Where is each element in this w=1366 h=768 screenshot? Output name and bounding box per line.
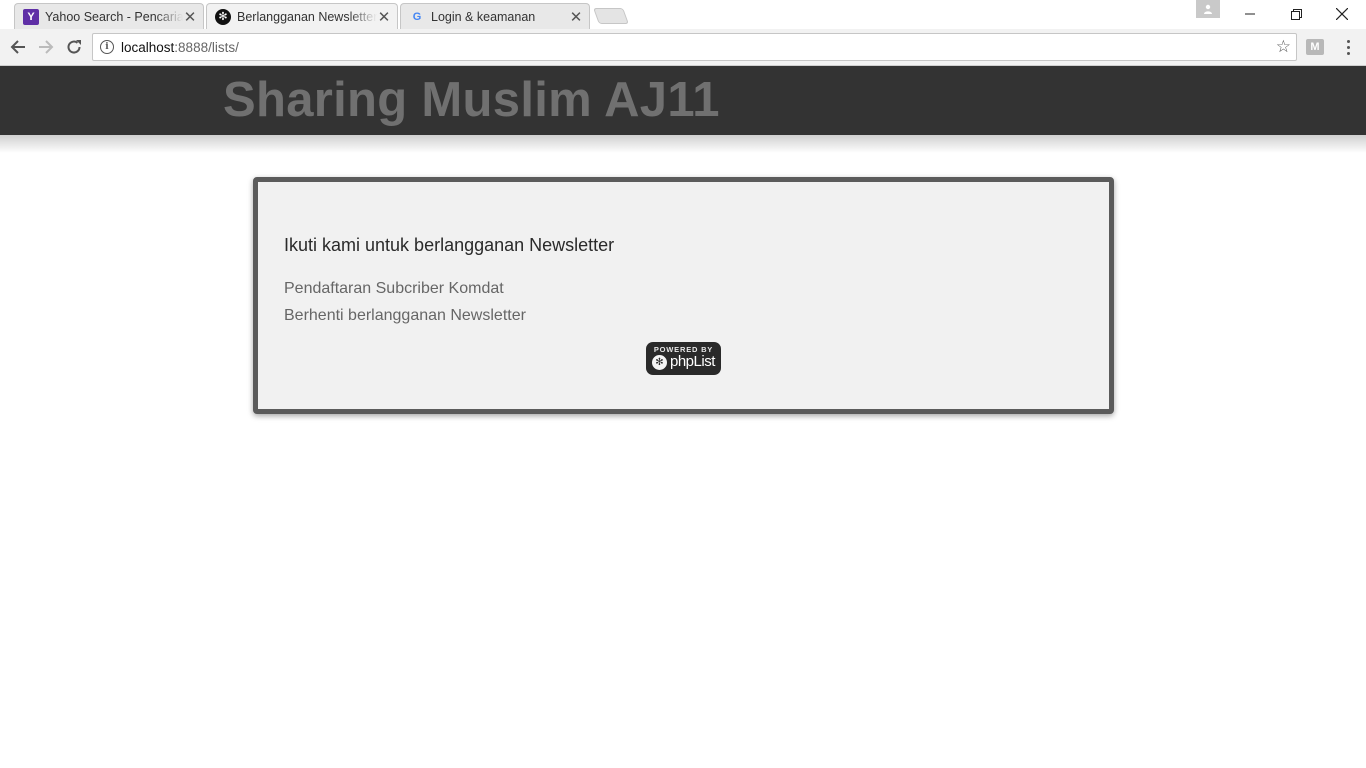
close-icon [1336,8,1348,20]
tab-title: Berlangganan Newsletter [237,9,377,24]
yahoo-icon: Y [23,8,39,25]
url-text[interactable]: localhost:8888/lists/ [121,40,239,55]
close-icon[interactable]: ✕ [377,8,391,26]
reload-icon [67,40,81,54]
panel-heading: Ikuti kami untuk berlangganan Newsletter [284,235,615,255]
info-icon[interactable]: i [100,40,114,54]
forward-button[interactable] [34,35,58,59]
back-button[interactable] [6,35,30,59]
browser-menu-icon[interactable] [1340,37,1356,57]
tab-title: Login & keamanan [431,9,536,24]
arrow-right-icon [39,40,54,54]
extension-icon[interactable]: M [1306,39,1324,55]
arrow-left-icon [10,40,25,54]
newsletter-panel: Ikuti kami untuk berlangganan Newsletter… [253,177,1114,414]
google-icon: G [412,10,422,23]
tab-yahoo-search[interactable]: Y Yahoo Search - Pencarian ✕ [14,3,204,29]
tab-google-login[interactable]: G Login & keamanan ✕ [400,3,590,29]
restore-button[interactable] [1273,0,1319,28]
tab-strip: Y Yahoo Search - Pencarian ✕ ✻ Berlangga… [0,0,1366,29]
tab-title: Yahoo Search - Pencarian [45,9,183,24]
close-window-button[interactable] [1319,0,1365,28]
phplist-name: phpList [670,353,715,370]
header-shadow [0,135,1366,153]
person-icon [1204,4,1212,14]
phplist-logo-icon: ✻ [652,355,667,370]
browser-toolbar: i localhost:8888/lists/ ☆ [0,29,1366,66]
new-tab-button[interactable] [593,8,629,24]
url-path: :8888/lists/ [174,39,239,55]
address-bar[interactable]: i localhost:8888/lists/ ☆ [92,33,1297,61]
site-header: Sharing Muslim AJ11 [0,66,1366,135]
site-title: Sharing Muslim AJ11 [223,73,720,127]
phplist-icon: ✻ [215,8,231,25]
bookmark-star-icon[interactable]: ☆ [1276,37,1291,57]
unsubscribe-link[interactable]: Berhenti berlangganan Newsletter [284,307,526,325]
restore-icon [1290,8,1302,20]
url-host: localhost [121,39,175,55]
tab-newsletter[interactable]: ✻ Berlangganan Newsletter ✕ [206,3,398,29]
reload-button[interactable] [62,35,86,59]
minimize-icon [1245,13,1255,15]
close-icon[interactable]: ✕ [183,8,197,26]
minimize-button[interactable] [1227,0,1273,28]
close-icon[interactable]: ✕ [569,8,583,26]
powered-by-phplist-badge[interactable]: POWERED BY ✻ phpList [646,342,721,375]
subscribe-link[interactable]: Pendaftaran Subcriber Komdat [284,280,504,298]
profile-icon[interactable] [1196,0,1220,18]
